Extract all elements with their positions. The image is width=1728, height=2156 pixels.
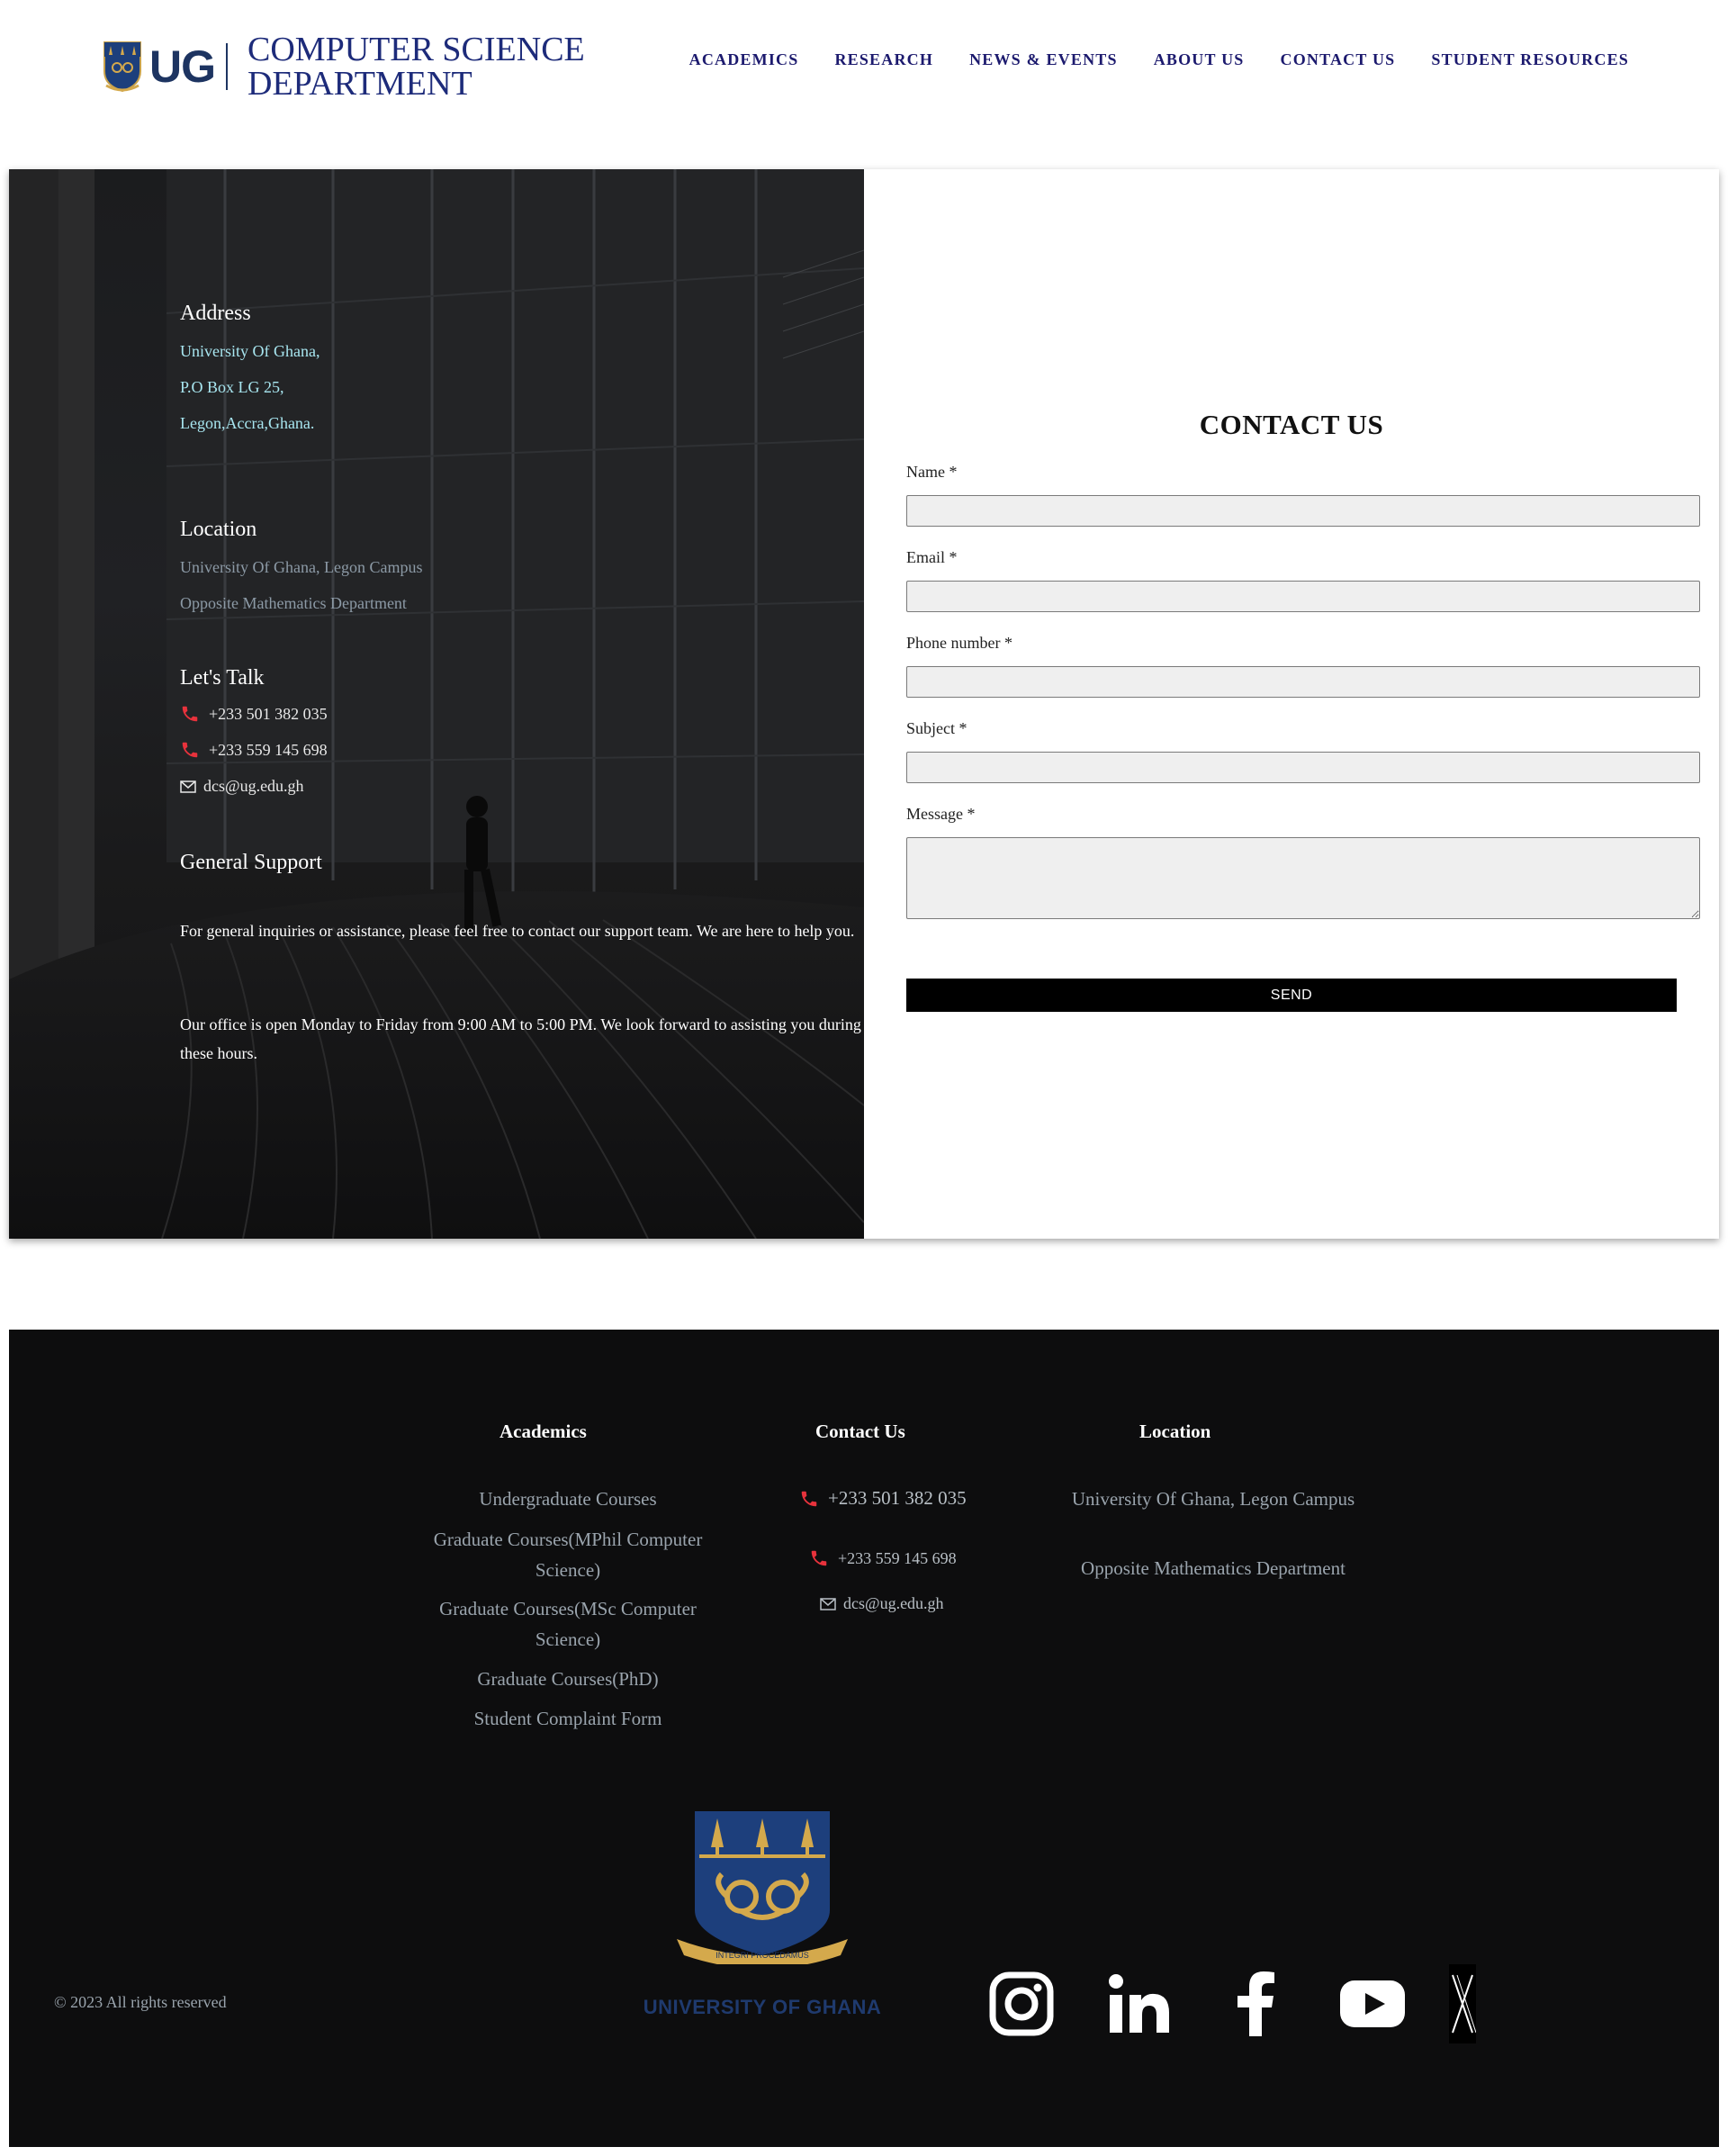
address-line-1: University Of Ghana, [180, 342, 320, 360]
nav-student-resources[interactable]: STUDENT RESOURCES [1431, 50, 1629, 69]
copyright-text: © 2023 All rights reserved [54, 1993, 227, 2011]
support-paragraph-1: For general inquiries or assistance, ple… [180, 922, 855, 940]
footer-location-title: Location [1139, 1421, 1211, 1442]
form-title: CONTACT US [1199, 409, 1384, 440]
name-label: Name * [906, 463, 958, 481]
phone-label: Phone number * [906, 634, 1012, 652]
location-line-2: Opposite Mathematics Department [180, 594, 407, 612]
youtube-link[interactable] [1336, 1968, 1408, 2040]
phone-icon [182, 706, 198, 722]
instagram-icon [989, 1971, 1054, 2036]
department-name: COMPUTER SCIENCE DEPARTMENT [248, 32, 585, 101]
logo-ug-text: UG [149, 41, 216, 92]
footer-academics-title: Academics [500, 1421, 587, 1442]
background-building-photo [9, 169, 864, 1239]
support-paragraph-2: Our office is open Monday to Friday from… [180, 1015, 861, 1062]
footer-phone-row-2[interactable]: +233 559 145 698 [809, 1548, 957, 1568]
phone-icon [811, 1550, 827, 1566]
subject-input[interactable] [906, 752, 1700, 783]
lets-talk-heading: Let's Talk [180, 666, 265, 690]
nav-news-events[interactable]: NEWS & EVENTS [969, 50, 1118, 69]
email-input[interactable] [906, 581, 1700, 612]
x-link[interactable] [1440, 1964, 1485, 2043]
email-address: dcs@ug.edu.gh [203, 777, 304, 795]
footer-email-row[interactable]: dcs@ug.edu.gh [820, 1594, 944, 1613]
linkedin-icon [1109, 1974, 1169, 2033]
footer-phone-row-1[interactable]: +233 501 382 035 [799, 1487, 967, 1510]
university-name: UNIVERSITY OF GHANA [643, 1996, 882, 2018]
facebook-link[interactable] [1220, 1968, 1292, 2040]
phone-icon [182, 742, 198, 758]
contact-section: Address University Of Ghana, P.O Box LG … [9, 169, 1719, 1239]
location-heading: Location [180, 518, 257, 541]
footer-phone-number-2: +233 559 145 698 [838, 1548, 957, 1567]
email-row[interactable]: dcs@ug.edu.gh [180, 777, 304, 796]
phone-icon [801, 1491, 817, 1506]
linkedin-link[interactable] [1102, 1968, 1174, 2040]
phone-number-2: +233 559 145 698 [209, 740, 328, 759]
nav-contact-us[interactable]: CONTACT US [1281, 50, 1396, 69]
phone-input[interactable] [906, 666, 1700, 698]
nav-about-us[interactable]: ABOUT US [1154, 50, 1245, 69]
mail-icon [820, 1597, 836, 1610]
logo-divider [226, 43, 228, 90]
footer-link-phd[interactable]: Graduate Courses(PhD) [433, 1664, 703, 1694]
youtube-icon [1340, 1980, 1405, 2027]
ug-crest-icon [104, 41, 141, 93]
address-line-3: Legon,Accra,Ghana. [180, 414, 315, 432]
main-nav: ACADEMICS RESEARCH NEWS & EVENTS ABOUT U… [653, 50, 1629, 69]
footer-link-complaint-form[interactable]: Student Complaint Form [433, 1703, 703, 1734]
footer-link-undergraduate[interactable]: Undergraduate Courses [433, 1484, 703, 1514]
mail-icon [180, 780, 196, 793]
site-header: UG COMPUTER SCIENCE DEPARTMENT ACADEMICS… [0, 0, 1728, 168]
footer-link-msc[interactable]: Graduate Courses(MSc Computer Science) [433, 1593, 703, 1655]
address-heading: Address [180, 302, 251, 325]
site-footer: Academics Undergraduate Courses Graduate… [9, 1330, 1719, 2147]
university-crest-icon: INTEGRI PROCEDAMUS [677, 1811, 848, 1964]
general-support-heading: General Support [180, 851, 322, 874]
message-label: Message * [906, 805, 976, 823]
instagram-link[interactable] [986, 1968, 1058, 2040]
message-textarea[interactable] [906, 837, 1700, 919]
phone-row-2[interactable]: +233 559 145 698 [180, 740, 328, 760]
footer-link-mphil[interactable]: Graduate Courses(MPhil Computer Science) [433, 1524, 703, 1585]
nav-academics[interactable]: ACADEMICS [689, 50, 799, 69]
footer-email-address: dcs@ug.edu.gh [843, 1594, 944, 1612]
site-logo[interactable]: UG COMPUTER SCIENCE DEPARTMENT [103, 31, 585, 103]
contact-info-panel: Address University Of Ghana, P.O Box LG … [9, 169, 864, 1239]
nav-research[interactable]: RESEARCH [834, 50, 933, 69]
footer-location-line-1: University Of Ghana, Legon Campus [1071, 1488, 1355, 1510]
footer-phone-number-1: +233 501 382 035 [828, 1487, 967, 1509]
send-button[interactable]: SEND [906, 979, 1677, 1012]
department-name-line1: COMPUTER SCIENCE [248, 31, 585, 68]
crest-motto: INTEGRI PROCEDAMUS [716, 1951, 809, 1960]
department-name-line2: DEPARTMENT [248, 65, 472, 103]
contact-form: CONTACT US Name * Email * Phone number *… [864, 169, 1719, 1239]
footer-location-line-2: Opposite Mathematics Department [1081, 1557, 1346, 1579]
phone-number-1: +233 501 382 035 [209, 704, 328, 723]
facebook-icon [1238, 1971, 1274, 2036]
address-line-2: P.O Box LG 25, [180, 378, 284, 396]
name-input[interactable] [906, 495, 1700, 527]
subject-label: Subject * [906, 719, 968, 737]
x-icon [1449, 1964, 1476, 2043]
footer-contact-title: Contact Us [815, 1421, 905, 1442]
location-line-1: University Of Ghana, Legon Campus [180, 558, 423, 576]
email-label: Email * [906, 548, 958, 566]
phone-row-1[interactable]: +233 501 382 035 [180, 704, 328, 724]
